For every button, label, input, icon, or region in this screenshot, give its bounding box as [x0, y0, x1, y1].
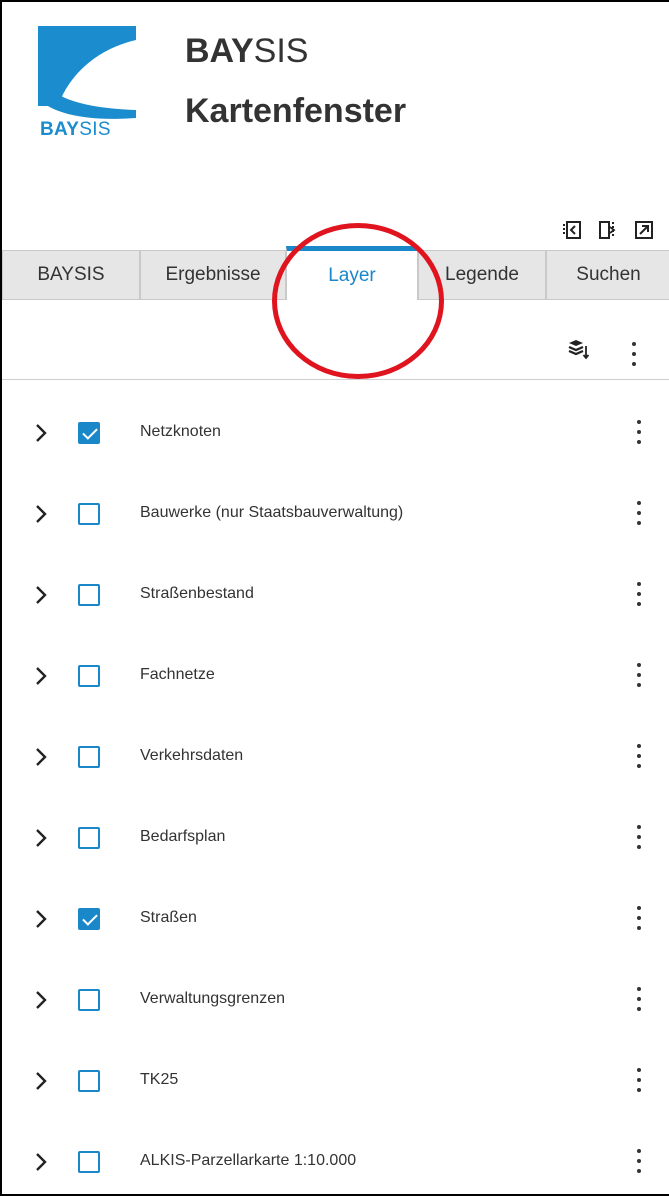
tab-baysis[interactable]: BAYSIS — [2, 250, 140, 300]
layer-label: Bedarfsplan — [140, 828, 226, 845]
app-title: BAYSIS — [185, 32, 309, 70]
layer-list: Netzknoten Bauwerke (nur Staatsbauverwal… — [2, 394, 669, 1194]
layer-menu-icon[interactable] — [636, 501, 642, 529]
layer-menu-icon[interactable] — [636, 1068, 642, 1096]
chevron-right-icon[interactable] — [34, 665, 48, 687]
layer-row[interactable]: Bedarfsplan — [2, 799, 669, 880]
layer-label: Fachnetze — [140, 666, 215, 683]
layer-checkbox[interactable] — [78, 503, 100, 525]
layer-menu-icon[interactable] — [636, 582, 642, 610]
page-title: Kartenfenster — [185, 92, 407, 130]
layer-menu-icon[interactable] — [636, 420, 642, 448]
layer-row[interactable]: TK25 — [2, 1042, 669, 1123]
layer-checkbox[interactable] — [78, 665, 100, 687]
chevron-right-icon[interactable] — [34, 908, 48, 930]
layer-checkbox[interactable] — [78, 584, 100, 606]
chevron-right-icon[interactable] — [34, 584, 48, 606]
layer-row[interactable]: ALKIS-Parzellarkarte 1:10.000 — [2, 1123, 669, 1194]
layer-row[interactable]: Straßenbestand — [2, 556, 669, 637]
chevron-right-icon[interactable] — [34, 1070, 48, 1092]
chevron-right-icon[interactable] — [34, 1151, 48, 1173]
layer-stack-sort-icon[interactable] — [567, 338, 589, 360]
collapse-panel-icon[interactable] — [562, 220, 582, 240]
chevron-right-icon[interactable] — [34, 989, 48, 1011]
layer-checkbox[interactable] — [78, 1070, 100, 1092]
layer-row[interactable]: Straßen — [2, 880, 669, 961]
app-window: BAYSIS BAYSIS Kartenfenster BAYSIS Ergeb… — [0, 0, 669, 1196]
split-panel-icon[interactable] — [598, 220, 618, 240]
layer-checkbox[interactable] — [78, 422, 100, 444]
layer-menu-icon[interactable] — [636, 825, 642, 853]
layer-checkbox[interactable] — [78, 989, 100, 1011]
layer-label: Bauwerke (nur Staatsbauverwaltung) — [140, 504, 404, 521]
layer-row[interactable]: Bauwerke (nur Staatsbauverwaltung) — [2, 475, 669, 556]
layer-row[interactable]: Netzknoten — [2, 394, 669, 475]
layer-checkbox[interactable] — [78, 1151, 100, 1173]
open-external-icon[interactable] — [634, 220, 654, 240]
layer-menu-icon[interactable] — [636, 744, 642, 772]
layer-menu-icon[interactable] — [636, 1149, 642, 1177]
layer-menu-icon[interactable] — [636, 663, 642, 691]
chevron-right-icon[interactable] — [34, 827, 48, 849]
logo-wordmark: BAYSIS — [40, 119, 111, 140]
layer-label: Verkehrsdaten — [140, 747, 244, 764]
layer-checkbox[interactable] — [78, 908, 100, 930]
chevron-right-icon[interactable] — [34, 503, 48, 525]
tab-suchen[interactable]: Suchen — [546, 250, 669, 300]
layer-menu-icon[interactable] — [636, 906, 642, 934]
layer-menu-icon[interactable] — [636, 987, 642, 1015]
layer-row[interactable]: Fachnetze — [2, 637, 669, 718]
tab-ergebnisse[interactable]: Ergebnisse — [140, 250, 286, 300]
highlight-annotation-circle — [272, 223, 444, 379]
layer-checkbox[interactable] — [78, 746, 100, 768]
chevron-right-icon[interactable] — [34, 746, 48, 768]
layer-label: Verwaltungsgrenzen — [140, 990, 285, 1007]
layer-row[interactable]: Verkehrsdaten — [2, 718, 669, 799]
layer-checkbox[interactable] — [78, 827, 100, 849]
layer-label: Straßen — [140, 909, 197, 926]
layer-label: ALKIS-Parzellarkarte 1:10.000 — [140, 1152, 357, 1169]
layer-label: TK25 — [140, 1071, 179, 1088]
layer-label: Netzknoten — [140, 423, 221, 440]
toolbar-menu-icon[interactable] — [632, 342, 636, 372]
layer-row[interactable]: Verwaltungsgrenzen — [2, 961, 669, 1042]
chevron-right-icon[interactable] — [34, 422, 48, 444]
layer-label: Straßenbestand — [140, 585, 254, 602]
